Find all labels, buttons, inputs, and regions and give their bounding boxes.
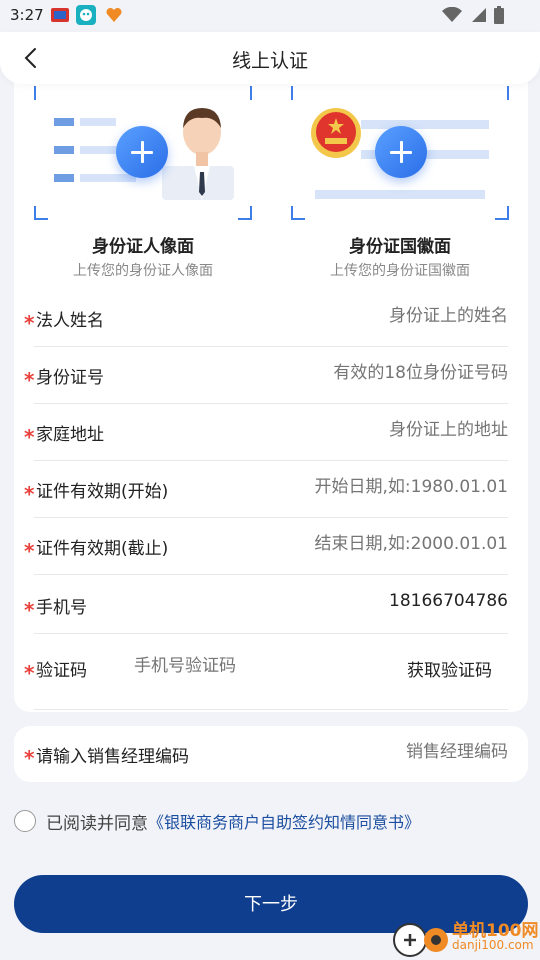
- required-mark: *: [24, 598, 35, 622]
- validity-start-input[interactable]: [228, 477, 508, 497]
- validity-end-label: 证件有效期(截止): [36, 539, 169, 559]
- verification-code-input[interactable]: [134, 656, 334, 676]
- required-mark: *: [24, 425, 35, 449]
- nav-bar: 线上认证: [0, 32, 540, 84]
- verification-code-row: * 验证码 获取验证码: [24, 640, 508, 710]
- validity-start-label: 证件有效期(开始): [36, 482, 169, 502]
- get-code-button[interactable]: 获取验证码: [407, 656, 492, 681]
- phone-row: * 手机号 18166704786: [24, 577, 508, 634]
- required-mark: *: [24, 746, 35, 770]
- required-mark: *: [24, 368, 35, 392]
- legal-name-row: * 法人姓名: [24, 290, 508, 347]
- phone-label: 手机号: [36, 598, 87, 618]
- portrait-upload-subtitle: 上传您的身份证人像面: [73, 263, 213, 279]
- phone-value[interactable]: 18166704786: [389, 591, 508, 611]
- watermark-logo-icon: [393, 923, 448, 957]
- required-mark: *: [24, 539, 35, 563]
- portrait-upload-title: 身份证人像面: [92, 237, 194, 257]
- chat-app-icon: [76, 5, 96, 25]
- battery-icon: [494, 6, 504, 28]
- manager-code-input[interactable]: [308, 742, 508, 762]
- status-time: 3:27: [10, 6, 44, 24]
- id-number-input[interactable]: [228, 363, 508, 383]
- manager-code-card: * 请输入销售经理编码: [14, 726, 528, 782]
- add-emblem-plus-icon[interactable]: [375, 126, 427, 178]
- national-emblem-icon: [311, 108, 361, 158]
- validity-start-row: * 证件有效期(开始): [24, 461, 508, 518]
- emblem-upload-subtitle: 上传您的身份证国徽面: [330, 263, 470, 279]
- validity-end-row: * 证件有效期(截止): [24, 518, 508, 575]
- home-address-label: 家庭地址: [36, 425, 104, 445]
- heart-app-icon: [104, 5, 124, 25]
- id-number-row: * 身份证号: [24, 347, 508, 404]
- signal-icon: [470, 7, 486, 27]
- person-avatar-icon: [162, 108, 234, 200]
- id-number-label: 身份证号: [36, 368, 104, 388]
- agreement-link[interactable]: 《银联商务商户自助签约知情同意书》: [148, 809, 420, 833]
- site-watermark: 单机100网 danji100.com: [390, 912, 540, 960]
- home-address-input[interactable]: [228, 420, 508, 440]
- id-emblem-upload[interactable]: [291, 86, 509, 220]
- agreement-text: 已阅读并同意: [46, 813, 148, 834]
- emblem-upload-title: 身份证国徽面: [349, 237, 451, 257]
- required-mark: *: [24, 311, 35, 335]
- manager-code-label: 请输入销售经理编码: [36, 747, 189, 767]
- agreement-row: 已阅读并同意 《银联商务商户自助签约知情同意书》: [14, 808, 420, 834]
- add-portrait-plus-icon[interactable]: [116, 126, 168, 178]
- watermark-url: danji100.com: [452, 938, 534, 952]
- agreement-radio[interactable]: [14, 810, 36, 832]
- home-address-row: * 家庭地址: [24, 404, 508, 461]
- page-title: 线上认证: [231, 50, 308, 72]
- app-notification-icon: [50, 5, 70, 25]
- required-mark: *: [24, 661, 35, 685]
- wifi-icon: [442, 6, 462, 27]
- validity-end-input[interactable]: [228, 534, 508, 554]
- required-mark: *: [24, 482, 35, 506]
- status-bar: 3:27: [0, 0, 540, 32]
- verification-code-label: 验证码: [36, 661, 87, 681]
- form-card: 身份证人像面 上传您的身份证人像面 身份证国徽面 上传您的身份证国徽面 * 法人…: [14, 70, 528, 712]
- legal-name-input[interactable]: [228, 306, 508, 326]
- id-portrait-upload[interactable]: [34, 86, 252, 220]
- legal-name-label: 法人姓名: [36, 311, 104, 331]
